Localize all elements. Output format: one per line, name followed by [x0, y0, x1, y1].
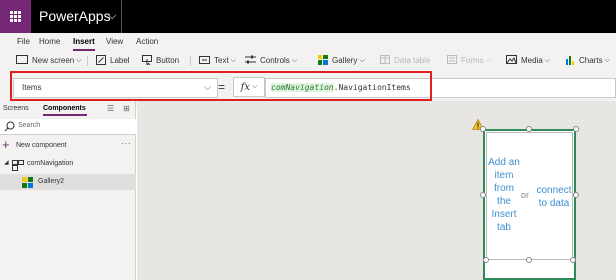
more-options-icon[interactable]: ···	[121, 138, 132, 148]
textbox-icon	[199, 55, 210, 66]
menu-action[interactable]: Action	[136, 37, 158, 47]
gallery-icon	[318, 54, 328, 67]
title-bar: PowerApps ⌵	[0, 0, 616, 33]
gallery-hint-or: or	[521, 190, 530, 200]
tree-item-gallery2[interactable]: Gallery2	[0, 174, 136, 190]
resize-handle[interactable]	[480, 126, 486, 132]
resize-handle[interactable]	[483, 257, 489, 263]
gallery-icon	[22, 177, 33, 188]
label-button-label: Label	[110, 56, 130, 65]
property-value: Items	[22, 83, 42, 92]
new-screen-label: New screen	[32, 56, 75, 65]
waffle-icon	[10, 11, 21, 22]
active-tab-indicator	[43, 114, 87, 116]
ribbon-separator	[87, 56, 88, 66]
new-component-label: New component	[16, 142, 67, 149]
chevron-down-icon: ⌵	[76, 56, 82, 64]
search-input[interactable]: Search	[0, 119, 136, 135]
fx-icon: fx	[240, 81, 251, 93]
sliders-icon	[245, 55, 256, 66]
menu-home[interactable]: Home	[39, 37, 60, 47]
list-view-icon[interactable]: ☰	[107, 104, 114, 113]
formula-rest: .NavigationItems	[333, 83, 411, 92]
text-button[interactable]: Text ⌵	[199, 55, 236, 66]
formula-input[interactable]: comNavigation.NavigationItems	[265, 78, 616, 98]
chevron-down-icon: ⌵	[604, 56, 610, 64]
app-launcher-button[interactable]	[0, 0, 31, 33]
new-screen-button[interactable]: New screen ⌵	[16, 55, 82, 66]
image-icon	[506, 55, 517, 66]
label-edit-icon	[96, 54, 106, 67]
gallery-button[interactable]: Gallery ⌵	[318, 54, 365, 67]
tab-screens[interactable]: Screens	[3, 104, 29, 113]
screen-icon	[16, 55, 28, 66]
data-table-button[interactable]: Data table	[380, 55, 430, 66]
collapse-arrow-icon[interactable]: ◢	[4, 159, 9, 166]
media-button[interactable]: Media ⌵	[506, 55, 550, 66]
tab-components[interactable]: Components	[43, 104, 86, 113]
resize-handle[interactable]	[526, 257, 532, 263]
app-name[interactable]: PowerApps	[39, 7, 111, 25]
ribbon: New screen ⌵ Label Button Text ⌵ Control…	[0, 51, 616, 69]
new-component-button[interactable]: + New component ···	[0, 137, 136, 153]
button-button-label: Button	[156, 56, 180, 65]
formula-text: comNavigation.NavigationItems	[271, 81, 411, 95]
media-button-label: Media	[521, 56, 543, 65]
property-dropdown[interactable]: Items ⌵	[13, 78, 218, 98]
search-icon	[4, 121, 15, 132]
text-button-label: Text	[214, 56, 229, 65]
cursor-click-icon	[142, 54, 152, 67]
resize-handle[interactable]	[573, 126, 579, 132]
menu-view[interactable]: View	[106, 37, 123, 47]
gallery-hint-insert-link[interactable]: Add an item from the Insert tab	[486, 156, 522, 234]
gallery-button-label: Gallery	[332, 56, 358, 65]
menu-insert[interactable]: Insert	[73, 37, 95, 47]
chevron-down-icon: ⌵	[291, 56, 298, 64]
equals-sign: =	[218, 80, 226, 94]
bar-chart-icon	[565, 55, 575, 67]
chevron-down-icon: ⌵	[544, 56, 551, 64]
gallery-hint-connect-link[interactable]: connect to data	[534, 184, 574, 210]
resize-handle[interactable]	[570, 257, 576, 263]
tree-item-label: comNavigation	[27, 160, 74, 167]
data-table-button-label: Data table	[394, 56, 431, 65]
button-button[interactable]: Button	[142, 54, 180, 67]
forms-button[interactable]: Forms ⌵	[447, 55, 491, 66]
chevron-down-icon[interactable]: ⌵	[108, 8, 116, 24]
charts-button[interactable]: Charts ⌵	[565, 55, 610, 66]
resize-handle[interactable]	[526, 126, 532, 132]
formula-highlighted-token: comNavigation	[271, 83, 334, 92]
controls-button-label: Controls	[260, 56, 290, 65]
forms-button-label: Forms	[461, 56, 484, 65]
tree-item-comnavigation[interactable]: ◢ comNavigation	[0, 157, 136, 171]
plus-icon: +	[2, 137, 10, 152]
chevron-down-icon: ⌵	[204, 82, 211, 92]
chevron-down-icon: ⌵	[359, 56, 365, 64]
form-icon	[447, 55, 457, 66]
tree-item-label: Gallery2	[38, 178, 65, 185]
search-placeholder: Search	[18, 122, 41, 129]
chevron-down-icon: ⌵	[230, 56, 236, 64]
table-icon	[380, 55, 390, 66]
controls-button[interactable]: Controls ⌵	[245, 55, 297, 66]
chevron-down-icon: ⌵	[485, 56, 491, 64]
function-button[interactable]: fx ⌵	[233, 77, 265, 97]
grid-view-icon[interactable]: ⊞	[123, 104, 130, 113]
menu-file[interactable]: File	[17, 37, 30, 47]
charts-button-label: Charts	[579, 56, 603, 65]
ribbon-separator	[190, 56, 191, 66]
chevron-down-icon: ⌵	[252, 83, 258, 90]
divider	[121, 0, 122, 33]
label-button[interactable]: Label	[96, 54, 130, 67]
